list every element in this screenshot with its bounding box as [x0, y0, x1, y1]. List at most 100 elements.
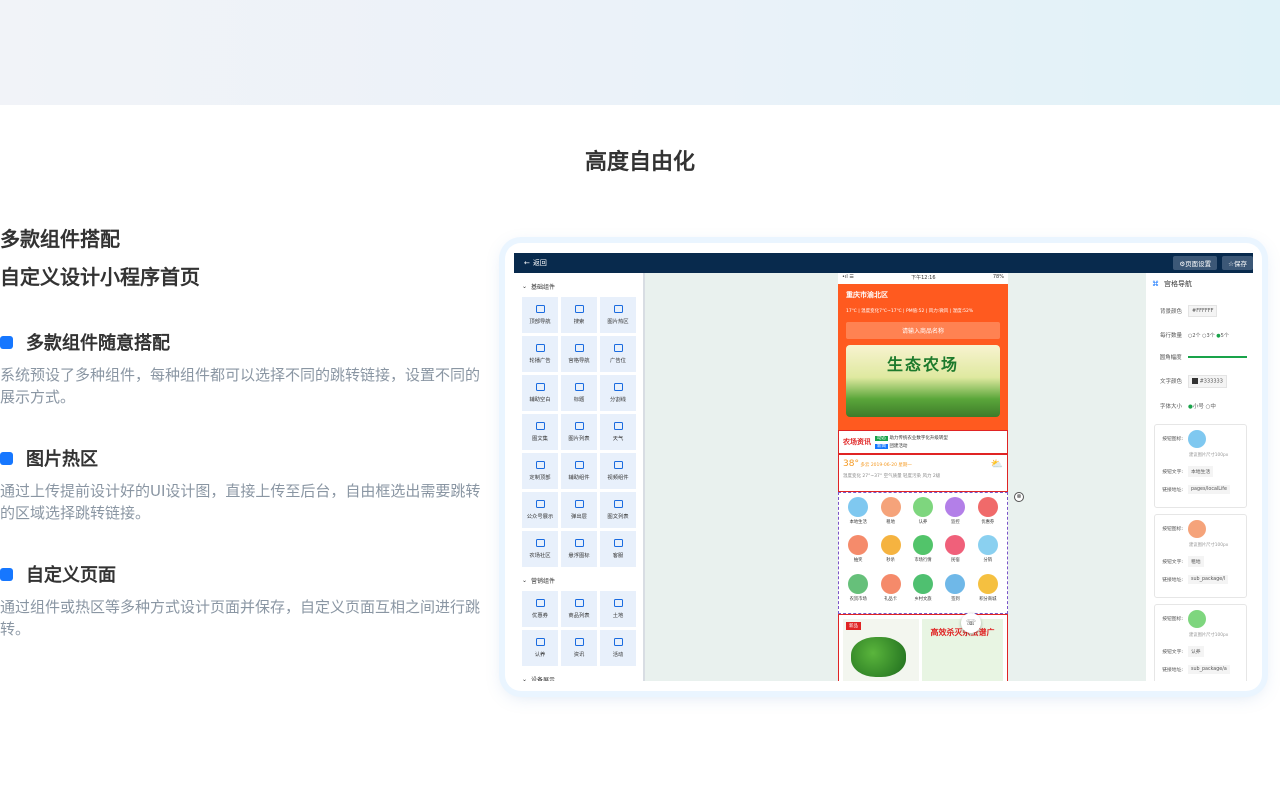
component-tile[interactable]: 天气 [600, 414, 636, 450]
ad-image[interactable]: 新品 [843, 619, 919, 681]
link-url-field[interactable]: sub_package/a [1188, 664, 1230, 674]
button-image-icon[interactable] [1188, 609, 1206, 628]
grid-nav-item[interactable]: 认养 [907, 497, 939, 532]
grid-nav-item[interactable]: 民宿 [939, 535, 971, 570]
search-input[interactable]: 请输入商品名称 [846, 322, 1000, 339]
component-tile[interactable]: 广告位 [600, 336, 636, 372]
top-banner-band [0, 0, 1280, 105]
component-tile[interactable]: 顶部导航 [522, 297, 558, 333]
editor-top-bar: ← 返回 ⚙页面设置 ☆保存 [514, 253, 1253, 273]
component-icon [574, 500, 584, 508]
page-settings-button[interactable]: ⚙页面设置 [1173, 256, 1218, 270]
button-text-field[interactable]: 认养 [1188, 645, 1204, 657]
feature-intro: 多款组件搭配 自定义设计小程序首页 多款组件随意搭配 系统预设了多种组件，每种组… [0, 224, 490, 640]
component-icon [535, 638, 545, 646]
nav-item-icon [977, 573, 998, 594]
feature-description: 通过上传提前设计好的UI设计图，直接上传至后台，自由框选出需要跳转的区域选择跳转… [0, 482, 481, 522]
grid-nav-item[interactable]: 秒杀 [874, 535, 906, 570]
component-tile[interactable]: 商品列表 [561, 591, 597, 627]
component-icon [535, 383, 545, 391]
component-tile[interactable]: 优惠券 [522, 591, 558, 627]
grid-nav-item[interactable]: 签到 [939, 573, 971, 609]
component-tile[interactable]: 客服 [600, 531, 636, 567]
component-tile[interactable]: 宫格导航 [561, 336, 597, 372]
save-button[interactable]: ☆保存 [1222, 256, 1253, 270]
properties-panel: ⌘ 宫格导航 背景颜色 #FFFFFF 每行数量 ○2个 ○3个 ●5个 圆角幅度 … [1146, 273, 1253, 681]
grid-nav-item[interactable]: 优惠券 [972, 497, 1004, 532]
nav-item-icon [880, 535, 901, 556]
grid-nav-item[interactable]: 农贸市场 [842, 573, 874, 609]
button-text-field[interactable]: 本地生活 [1188, 465, 1214, 477]
grid-nav-item[interactable]: 市场行情 [907, 535, 939, 570]
component-tile[interactable]: 分割线 [600, 375, 636, 411]
feature-description: 系统预设了多种组件，每种组件都可以选择不同的跳转链接，设置不同的展示方式。 [0, 366, 481, 406]
nav-item-icon [912, 497, 933, 517]
per-row-radio[interactable]: ○2个 ○3个 ●5个 [1188, 332, 1229, 339]
grid-nav-item[interactable]: 本地生活 [842, 497, 874, 532]
grid-nav-item[interactable]: 监控 [939, 497, 971, 532]
component-icon [574, 599, 584, 607]
component-tile[interactable]: 定制顶部 [522, 453, 558, 489]
location-label: 重庆市渝北区 [846, 291, 888, 299]
component-tile[interactable]: 活动 [600, 630, 636, 666]
component-tile[interactable]: 图文集 [522, 414, 558, 450]
weather-block: 38° 多云 2019-06-20 星期一 ⛅ 温度变化 27°~37° 空气质… [838, 454, 1008, 492]
component-group-title[interactable]: ⌄ 设备展示 [522, 675, 643, 681]
component-group-title[interactable]: ⌄ 基础组件 [522, 282, 643, 291]
component-icon [574, 461, 584, 469]
component-tile[interactable]: 资讯 [561, 630, 597, 666]
button-image-icon[interactable] [1188, 519, 1206, 538]
button-image-icon[interactable] [1188, 429, 1206, 448]
feature-item: 自定义页面 通过组件或热区等多种方式设计页面并保存，自定义页面互相之间进行跳转。 [0, 562, 490, 640]
component-icon [535, 599, 545, 607]
component-tile[interactable]: 土地 [600, 591, 636, 627]
link-config-card: 按钮图标: 建议图片尺寸100px 按钮文字: 本地生活 链接地址: pages/loca… [1154, 423, 1247, 508]
component-icon [613, 344, 623, 352]
component-tile[interactable]: 弹出层 [561, 492, 597, 528]
back-button[interactable]: ← 返回 [524, 258, 547, 268]
component-tile[interactable]: 图片热区 [600, 297, 636, 333]
grid-nav-item[interactable]: 抽奖 [842, 535, 874, 570]
component-tile[interactable]: 辅助空白 [522, 375, 558, 411]
button-text-field[interactable]: 租地 [1188, 555, 1204, 567]
phone-status-bar: •ıl ☰ 下午12:16 78% [838, 273, 1008, 284]
grid-nav-item[interactable]: 积分商城 [972, 573, 1004, 609]
grid-nav-item[interactable]: 租地 [874, 497, 906, 532]
nav-item-icon [848, 535, 869, 556]
feature-title: 自定义页面 [26, 565, 116, 586]
component-tile[interactable]: 轮播广告 [522, 336, 558, 372]
service-float-icon[interactable]: ☏ [961, 613, 981, 633]
link-url-field[interactable]: sub_package/l [1188, 574, 1229, 584]
nav-item-icon [945, 573, 966, 594]
component-tile[interactable]: 搜索 [561, 297, 597, 333]
nav-item-icon [977, 497, 998, 517]
component-group-title[interactable]: ⌄ 营销组件 [522, 576, 643, 585]
component-tile[interactable]: 标题 [561, 375, 597, 411]
nav-item-icon [848, 497, 869, 517]
component-tile[interactable]: 认养 [522, 630, 558, 666]
phone-preview: •ıl ☰ 下午12:16 78% 重庆市渝北区 17℃ | 温度变化7℃~17… [838, 273, 1008, 681]
grid-nav-item[interactable]: 分销 [972, 535, 1004, 570]
component-icon [574, 344, 584, 352]
grid-nav-item[interactable]: 乡村文旅 [907, 573, 939, 609]
component-tile[interactable]: 视频组件 [600, 453, 636, 489]
component-tile[interactable]: 公众号展示 [522, 492, 558, 528]
close-icon[interactable]: ⊗ [1014, 492, 1024, 502]
component-tile[interactable]: 图片列表 [561, 414, 597, 450]
nav-item-icon [977, 535, 998, 556]
banner-image[interactable]: 生态农场 [846, 345, 1000, 417]
component-tile[interactable]: 悬浮图标 [561, 531, 597, 567]
bg-color-field[interactable]: #FFFFFF [1188, 305, 1218, 317]
grid-nav-item[interactable]: 礼品卡 [874, 573, 906, 609]
radius-slider[interactable] [1187, 356, 1247, 358]
font-size-radio[interactable]: ●小号 ○中 [1188, 402, 1216, 410]
bullet-icon [0, 567, 13, 581]
component-tile[interactable]: 农场社区 [522, 531, 558, 567]
component-tile[interactable]: 辅助组件 [561, 453, 597, 489]
text-color-field[interactable]: #333333 [1188, 375, 1227, 388]
component-icon [574, 422, 584, 430]
news-block[interactable]: 农场资讯 动态 助力传统农业数字化升级转型 新闻 团建活动 [838, 430, 1008, 454]
link-url-field[interactable]: pages/localLife [1188, 484, 1230, 494]
component-tile[interactable]: 图文列表 [600, 492, 636, 528]
component-icon [574, 305, 584, 313]
